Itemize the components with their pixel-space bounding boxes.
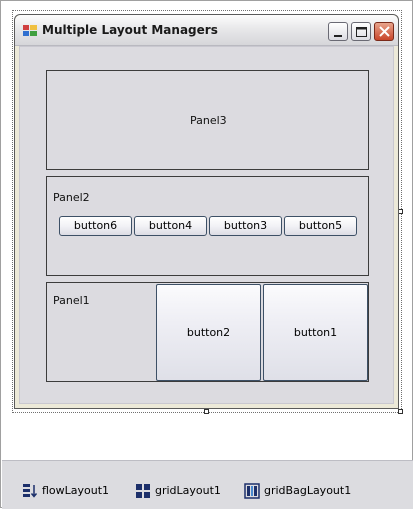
tray-item-gridbaglayout1[interactable]: gridBagLayout1 — [244, 483, 354, 499]
grid-layout-icon — [136, 484, 150, 498]
button5[interactable]: button5 — [284, 216, 357, 236]
button4[interactable]: button4 — [134, 216, 207, 236]
close-button[interactable] — [374, 22, 394, 41]
panel1-label: Panel1 — [53, 294, 90, 307]
maximize-icon — [356, 27, 367, 37]
panel2-label: Panel2 — [53, 191, 90, 204]
app-icon — [23, 25, 37, 36]
close-icon — [379, 26, 390, 37]
button2[interactable]: button2 — [156, 284, 261, 381]
tray-item-label: gridLayout1 — [155, 484, 221, 497]
resize-handle-bottom[interactable] — [204, 409, 209, 414]
tray-item-label: flowLayout1 — [42, 484, 110, 497]
resize-handle-bottom-right[interactable] — [398, 409, 403, 414]
panel3-label: Panel3 — [190, 114, 227, 127]
form-client-area: Panel3 Panel2 button6 button4 button3 bu… — [19, 46, 394, 404]
designer-surface: Multiple Layout Managers Panel3 Panel2 b… — [0, 0, 413, 509]
panel2[interactable]: Panel2 button6 button4 button3 button5 — [46, 176, 369, 276]
flow-layout-icon — [23, 484, 38, 498]
maximize-button[interactable] — [351, 22, 371, 41]
button3[interactable]: button3 — [209, 216, 282, 236]
button6[interactable]: button6 — [59, 216, 132, 236]
component-tray: flowLayout1 gridLayout1 gridBagLayout1 — [2, 460, 413, 509]
panel3[interactable]: Panel3 — [46, 70, 369, 170]
minimize-button[interactable] — [328, 22, 348, 41]
window-title: Multiple Layout Managers — [42, 23, 218, 37]
tray-item-flowlayout1[interactable]: flowLayout1 — [22, 483, 112, 499]
tray-item-gridlayout1[interactable]: gridLayout1 — [135, 483, 225, 499]
minimize-icon — [334, 35, 342, 37]
tray-item-label: gridBagLayout1 — [264, 484, 352, 497]
panel1[interactable]: Panel1 button2 button1 — [46, 282, 369, 382]
gridbag-layout-icon — [244, 483, 260, 499]
title-bar[interactable]: Multiple Layout Managers — [15, 15, 398, 46]
form-window[interactable]: Multiple Layout Managers Panel3 Panel2 b… — [14, 14, 399, 409]
button1[interactable]: button1 — [263, 284, 368, 381]
